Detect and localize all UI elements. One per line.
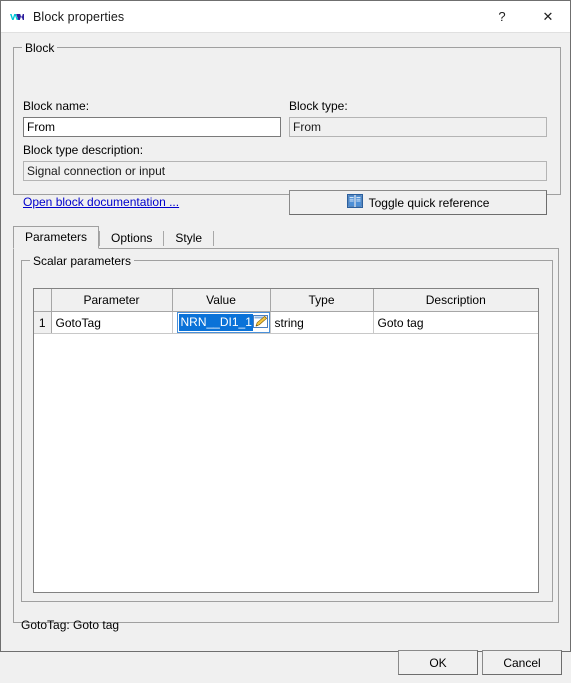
value-text: NRN__DI1_1 — [178, 314, 253, 331]
status-label: GotoTag: Goto tag — [21, 618, 120, 632]
block-name-label: Block name: — [23, 99, 90, 113]
tab-parameters-label: Parameters — [25, 230, 88, 244]
block-type-label: Block type: — [289, 99, 348, 113]
tab-style-label: Style — [175, 231, 203, 245]
block-type-description-label: Block type description: — [23, 143, 144, 157]
cell-type: string — [270, 311, 374, 334]
cell-description: Goto tag — [373, 311, 538, 334]
tab-options-label: Options — [111, 231, 153, 245]
toggle-quick-reference-button[interactable]: Toggle quick reference — [289, 190, 547, 215]
table-header-row: Parameter Value Type Description — [34, 289, 538, 312]
dialog-client-area: Block Block name: Block type: Block type… — [1, 33, 570, 675]
block-name-input[interactable] — [23, 117, 281, 137]
ok-button[interactable]: OK — [398, 650, 478, 675]
open-block-documentation-link[interactable]: Open block documentation ... — [23, 195, 179, 209]
table-row[interactable]: 1 GotoTag NRN__DI1_1 string Goto tag — [34, 311, 538, 334]
cell-value[interactable]: NRN__DI1_1 — [172, 311, 271, 334]
dialog-button-bar: OK Cancel — [1, 636, 570, 683]
edit-pencil-icon[interactable] — [252, 315, 269, 330]
app-logo-icon — [9, 9, 25, 25]
tab-options[interactable]: Options — [100, 228, 163, 249]
tab-parameters[interactable]: Parameters — [13, 226, 100, 249]
tab-separator — [213, 231, 215, 246]
scalar-parameters-legend: Scalar parameters — [30, 254, 135, 268]
toggle-quick-reference-label: Toggle quick reference — [368, 195, 490, 210]
tab-strip: Parameters Options Style — [13, 226, 559, 249]
cell-parameter[interactable]: GotoTag — [51, 311, 173, 334]
block-type-description-input — [23, 161, 547, 181]
row-number: 1 — [34, 311, 52, 334]
value-inline-editor[interactable]: NRN__DI1_1 — [176, 312, 269, 333]
block-properties-dialog: Block properties ? ✕ Block Block name: B… — [0, 0, 571, 675]
window-title: Block properties — [33, 9, 125, 24]
book-icon — [346, 194, 363, 211]
column-header-type[interactable]: Type — [270, 289, 374, 312]
column-header-value[interactable]: Value — [172, 289, 271, 312]
cancel-button-label: Cancel — [503, 655, 541, 670]
help-button[interactable]: ? — [480, 1, 524, 32]
tab-style[interactable]: Style — [164, 228, 213, 249]
block-groupbox-legend: Block — [22, 41, 58, 55]
cancel-button[interactable]: Cancel — [482, 650, 562, 675]
block-type-input — [289, 117, 547, 137]
help-icon: ? — [498, 9, 506, 24]
table-corner-header — [34, 289, 52, 312]
close-button[interactable]: ✕ — [526, 1, 570, 32]
scalar-parameters-table[interactable]: Parameter Value Type Description 1 GotoT… — [33, 288, 539, 593]
ok-button-label: OK — [429, 655, 447, 670]
title-bar: Block properties ? ✕ — [1, 1, 570, 33]
close-icon: ✕ — [542, 9, 554, 24]
column-header-description[interactable]: Description — [373, 289, 538, 312]
column-header-parameter[interactable]: Parameter — [51, 289, 173, 312]
